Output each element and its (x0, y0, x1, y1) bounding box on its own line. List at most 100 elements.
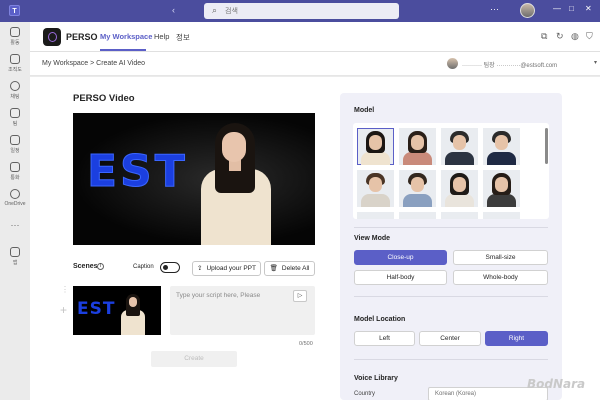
location-left[interactable]: Left (354, 331, 415, 346)
info-icon[interactable]: i (97, 263, 104, 270)
cloud-icon (10, 189, 20, 199)
video-preview: EST (73, 113, 315, 245)
divider (354, 296, 548, 297)
breadcrumb-bar: My Workspace > Create AI Video ·········… (30, 52, 600, 76)
model-option[interactable] (357, 212, 394, 219)
add-scene-icon[interactable]: + (60, 303, 67, 317)
model-scrollbar[interactable] (545, 128, 548, 164)
rail-label: OneDrive (4, 201, 26, 207)
search-placeholder: 검색 (225, 8, 238, 15)
tab-my-workspace[interactable]: My Workspace (100, 32, 152, 41)
rail-item-teams[interactable]: 팀 (0, 108, 30, 127)
upload-ppt-button[interactable]: ⇪ Upload your PPT (192, 261, 261, 276)
view-mode-whole-body[interactable]: Whole-body (453, 270, 548, 285)
rail-item-calendar[interactable]: 일정 (0, 135, 30, 154)
bell-icon (10, 27, 20, 37)
teams-logo: T (9, 5, 20, 16)
settings-panel: Model View Mode Close-up Small-size Half… (340, 93, 562, 400)
rail-item-calls[interactable]: 통화 (0, 162, 30, 181)
more-icon[interactable]: ··· (490, 4, 499, 14)
model-option[interactable] (483, 128, 520, 165)
rail-label: 일정 (10, 148, 20, 154)
presenter-avatar (201, 123, 271, 245)
view-mode-half-body[interactable]: Half-body (354, 270, 447, 285)
rail-item-chat[interactable]: 채팅 (0, 81, 30, 100)
popout-icon[interactable]: ⧉ (541, 31, 547, 42)
view-mode-title: View Mode (354, 235, 391, 242)
caption-toggle[interactable] (160, 262, 180, 273)
rail-label: 채팅 (10, 94, 20, 100)
refresh-icon[interactable]: ↻ (556, 31, 564, 42)
upload-icon: ⇪ (197, 265, 203, 272)
model-option[interactable] (483, 170, 520, 207)
app-header: PERSO My Workspace Help 정보 ⧉ ↻ ◍ ⛉ (30, 22, 600, 52)
active-tab-indicator (100, 49, 146, 51)
search-icon: ⌕ (212, 5, 218, 15)
script-input[interactable]: Type your script here, Please ▷ (170, 286, 315, 335)
model-option[interactable] (399, 170, 436, 207)
model-grid (353, 123, 549, 219)
char-count: 0/500 (299, 341, 313, 347)
main-canvas: PERSO Video EST Scenes i Caption ⇪ Upload… (30, 77, 600, 400)
scene-thumbnail[interactable]: EST (73, 286, 161, 335)
model-option[interactable] (441, 170, 478, 207)
user-account[interactable]: ·········· 팀장 ············@estsoft.com (462, 60, 557, 69)
trash-icon: 🗑 (269, 265, 278, 272)
model-option[interactable] (399, 212, 436, 219)
perso-logo (43, 28, 61, 46)
model-option[interactable] (483, 212, 520, 219)
apps-icon (10, 247, 20, 257)
watermark: BodNara (527, 377, 586, 391)
create-button[interactable]: Create (151, 351, 237, 367)
chevron-down-icon[interactable]: ▾ (594, 59, 597, 66)
model-option[interactable] (441, 128, 478, 165)
model-option[interactable] (441, 212, 478, 219)
rail-item-apps[interactable]: 앱 (0, 247, 30, 266)
toggle-knob (163, 265, 168, 270)
view-mode-small-size[interactable]: Small-size (453, 250, 548, 265)
divider (354, 359, 548, 360)
rail-label: 통화 (10, 175, 20, 181)
close-button[interactable]: ✕ (585, 4, 592, 13)
thumb-presenter (121, 294, 145, 335)
search-input[interactable]: ⌕ 검색 (204, 3, 399, 19)
teams-icon (10, 108, 20, 118)
tab-help[interactable]: Help (154, 32, 169, 41)
rail-item-more[interactable]: ··· (0, 220, 30, 230)
app-rail: 활동 조직도 채팅 팀 일정 통화 OneDrive ··· 앱 (0, 22, 30, 400)
shield-icon[interactable]: ⛉ (586, 31, 593, 42)
location-right[interactable]: Right (485, 331, 548, 346)
page-title: PERSO Video (73, 93, 135, 104)
minimize-button[interactable]: — (553, 4, 561, 13)
scenes-label: Scenes (73, 263, 98, 270)
rail-label: 활동 (10, 40, 20, 46)
rail-item-onedrive[interactable]: OneDrive (0, 189, 30, 207)
play-icon[interactable]: ▷ (293, 290, 307, 302)
org-icon (10, 54, 20, 64)
user-avatar (447, 58, 458, 69)
breadcrumb[interactable]: My Workspace > Create AI Video (42, 60, 145, 67)
model-option[interactable] (357, 170, 394, 207)
rail-label: 조직도 (8, 67, 22, 73)
phone-icon (10, 162, 20, 172)
location-center[interactable]: Center (419, 331, 481, 346)
model-location-title: Model Location (354, 316, 406, 323)
rail-item-activity[interactable]: 활동 (0, 27, 30, 46)
model-option[interactable] (357, 128, 394, 165)
divider (354, 227, 548, 228)
tab-info[interactable]: 정보 (176, 32, 190, 43)
rail-label: 팀 (12, 121, 18, 127)
chat-icon (10, 81, 20, 91)
view-mode-close-up[interactable]: Close-up (354, 250, 447, 265)
delete-all-button[interactable]: 🗑 Delete All (264, 261, 315, 276)
globe-icon[interactable]: ◍ (571, 31, 579, 42)
maximize-button[interactable]: □ (569, 4, 574, 13)
avatar[interactable] (520, 3, 535, 18)
delete-all-label: Delete All (281, 265, 310, 272)
title-bar: T ‹ › ⌕ 검색 ··· — □ ✕ (0, 0, 600, 22)
voice-library-title: Voice Library (354, 375, 398, 382)
rail-item-org[interactable]: 조직도 (0, 54, 30, 73)
upload-ppt-label: Upload your PPT (206, 265, 256, 272)
model-option[interactable] (399, 128, 436, 165)
app-name: PERSO (66, 32, 98, 42)
